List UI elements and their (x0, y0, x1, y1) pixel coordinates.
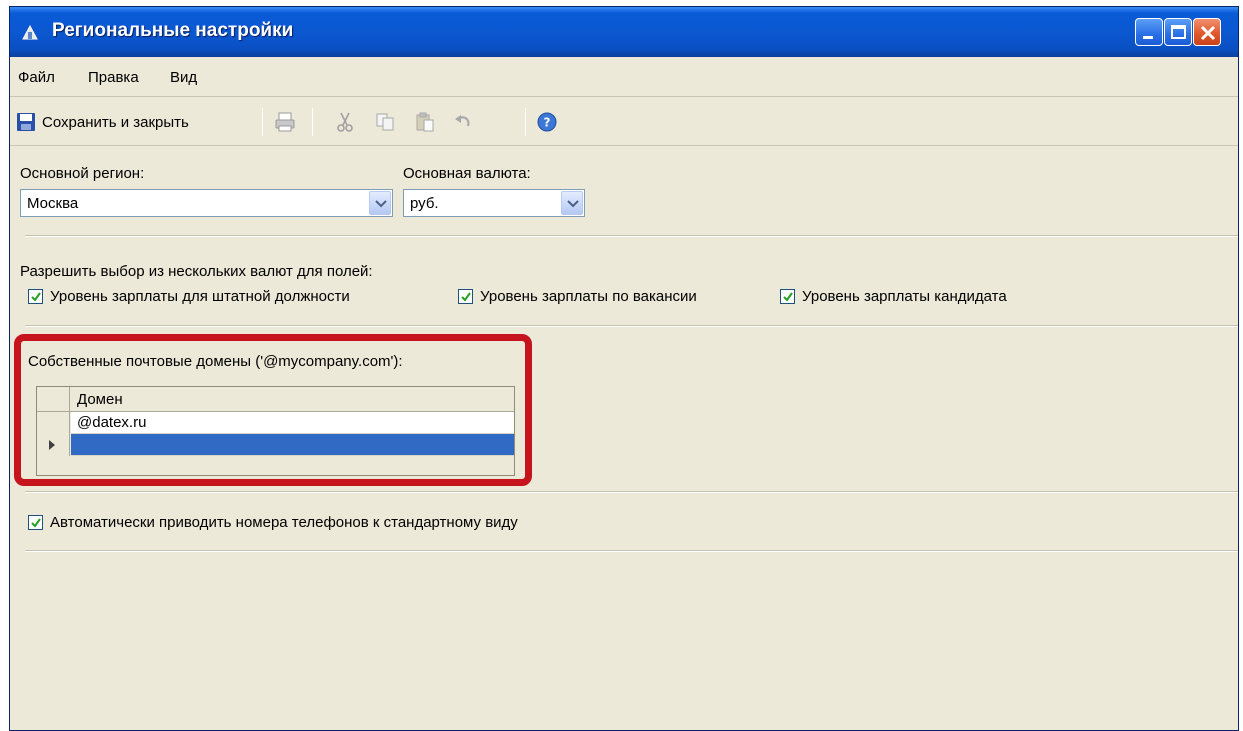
checkbox-salary-candidate[interactable] (780, 289, 795, 304)
region-value: Москва (27, 195, 79, 212)
domains-label: Собственные почтовые домены ('@mycompany… (28, 353, 403, 370)
cut-icon[interactable] (334, 111, 356, 133)
checkbox-salary-position-label[interactable]: Уровень зарплаты для штатной должности (50, 288, 350, 305)
region-dropdown-button[interactable] (369, 191, 391, 215)
maximize-button[interactable] (1164, 18, 1192, 46)
region-select[interactable]: Москва (20, 189, 393, 217)
close-icon (1200, 25, 1216, 41)
currency-dropdown-button[interactable] (561, 191, 583, 215)
domains-grid[interactable]: Домен @datex.ru (36, 386, 515, 476)
checkmark-icon (783, 292, 793, 302)
menu-bar: Файл Правка Вид (10, 57, 1238, 97)
checkbox-salary-vacancy-label[interactable]: Уровень зарплаты по вакансии (480, 288, 697, 305)
paste-icon[interactable] (414, 111, 436, 133)
region-label: Основной регион: (20, 165, 145, 182)
domain-cell[interactable]: @datex.ru (71, 412, 514, 434)
current-row-icon (49, 440, 55, 450)
currency-value: руб. (410, 195, 439, 212)
row-header[interactable] (37, 434, 70, 456)
print-icon[interactable] (274, 111, 296, 133)
checkmark-icon (31, 518, 41, 528)
row-header[interactable] (37, 412, 70, 434)
chevron-down-icon (567, 200, 579, 208)
checkbox-phone-format[interactable] (28, 515, 43, 530)
menu-view[interactable]: Вид (170, 69, 197, 86)
grid-corner (37, 387, 70, 411)
minimize-button[interactable] (1135, 18, 1163, 46)
copy-icon[interactable] (374, 111, 396, 133)
toolbar-separator (312, 108, 313, 136)
chevron-down-icon (375, 200, 387, 208)
grid-header: Домен (37, 387, 514, 412)
separator (25, 235, 1238, 237)
menu-edit[interactable]: Правка (88, 69, 139, 86)
app-icon (22, 24, 38, 40)
toolbar-separator (262, 108, 263, 136)
table-row-new[interactable] (37, 434, 514, 456)
domain-cell-new[interactable] (71, 434, 514, 456)
toolbar: Сохранить и закрыть ? (10, 98, 1238, 146)
multi-currency-label: Разрешить выбор из нескольких валют для … (20, 263, 373, 280)
checkbox-salary-position[interactable] (28, 289, 43, 304)
currency-select[interactable]: руб. (403, 189, 585, 217)
toolbar-separator (525, 108, 526, 136)
svg-text:?: ? (544, 116, 551, 130)
checkbox-phone-format-label[interactable]: Автоматически приводить номера телефонов… (50, 514, 518, 531)
domain-value: @datex.ru (77, 414, 147, 431)
checkbox-salary-vacancy[interactable] (458, 289, 473, 304)
menu-file[interactable]: Файл (18, 69, 55, 86)
column-header-domain[interactable]: Домен (77, 391, 123, 408)
separator (25, 325, 1238, 327)
minimize-icon (1143, 36, 1153, 39)
currency-label: Основная валюта: (403, 165, 531, 182)
checkbox-salary-candidate-label[interactable]: Уровень зарплаты кандидата (802, 288, 1007, 305)
save-icon (17, 113, 35, 131)
undo-icon[interactable] (452, 111, 474, 133)
save-and-close-label: Сохранить и закрыть (42, 113, 189, 131)
close-button[interactable] (1193, 18, 1221, 46)
save-and-close-button[interactable]: Сохранить и закрыть (16, 110, 189, 134)
title-bar[interactable]: Региональные настройки (10, 7, 1238, 57)
window-title: Региональные настройки (52, 20, 294, 41)
settings-window: Региональные настройки Файл Правка Вид С… (9, 6, 1239, 731)
separator (25, 550, 1238, 552)
checkmark-icon (461, 292, 471, 302)
help-icon[interactable]: ? (536, 111, 558, 133)
checkmark-icon (31, 292, 41, 302)
maximize-icon (1171, 25, 1186, 39)
separator (25, 491, 1238, 493)
table-row[interactable]: @datex.ru (37, 412, 514, 434)
